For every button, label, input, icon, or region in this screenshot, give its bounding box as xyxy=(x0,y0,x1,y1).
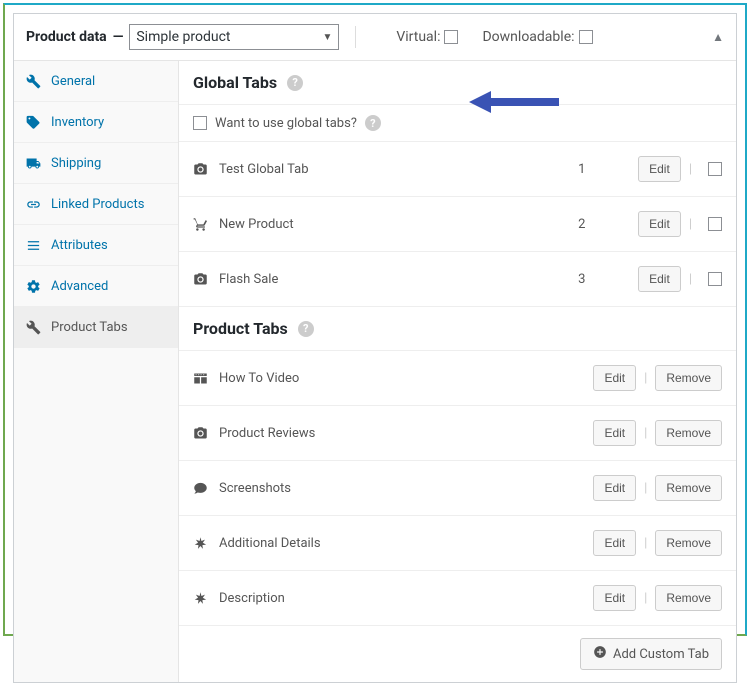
tab-label: How To Video xyxy=(219,371,593,386)
edit-button[interactable]: Edit xyxy=(593,365,636,391)
product-tab-row: Description Edit | Remove xyxy=(179,571,736,626)
tab-label: New Product xyxy=(219,217,578,232)
virtual-option: Virtual: xyxy=(396,29,458,45)
help-icon[interactable]: ? xyxy=(365,115,381,131)
product-tab-row: Additional Details Edit | Remove xyxy=(179,516,736,571)
sidebar-item-attributes[interactable]: Attributes xyxy=(14,225,178,266)
comment-icon xyxy=(193,481,209,496)
product-tab-row: How To Video Edit | Remove xyxy=(179,350,736,406)
sidebar-item-label: General xyxy=(51,74,95,89)
video-icon xyxy=(193,371,209,386)
sidebar: General Inventory Shipping Linked Produc… xyxy=(14,61,179,682)
edit-button[interactable]: Edit xyxy=(638,266,681,292)
virtual-checkbox[interactable] xyxy=(444,30,458,44)
edit-button[interactable]: Edit xyxy=(638,156,681,182)
camera-icon xyxy=(193,162,209,177)
sidebar-item-shipping[interactable]: Shipping xyxy=(14,143,178,184)
list-icon xyxy=(26,237,42,253)
tag-icon xyxy=(26,114,42,130)
tab-label: Description xyxy=(219,591,593,606)
downloadable-label: Downloadable: xyxy=(482,29,574,45)
asterisk-icon xyxy=(193,591,209,606)
downloadable-option: Downloadable: xyxy=(482,29,592,45)
help-icon[interactable]: ? xyxy=(287,75,303,91)
edit-button[interactable]: Edit xyxy=(593,530,636,556)
edit-button[interactable]: Edit xyxy=(593,475,636,501)
tab-label: Additional Details xyxy=(219,536,593,551)
tab-label: Flash Sale xyxy=(219,272,578,287)
tab-index: 2 xyxy=(578,217,638,232)
camera-icon xyxy=(193,272,209,287)
remove-button[interactable]: Remove xyxy=(655,585,722,611)
downloadable-checkbox[interactable] xyxy=(579,30,593,44)
help-icon[interactable]: ? xyxy=(298,321,314,337)
tab-index: 3 xyxy=(578,272,638,287)
global-tab-row: Test Global Tab 1 Edit | xyxy=(179,142,736,197)
product-tab-row: Product Reviews Edit | Remove xyxy=(179,406,736,461)
product-tabs-title: Product Tabs xyxy=(193,319,288,338)
sidebar-item-label: Product Tabs xyxy=(51,320,128,335)
truck-icon xyxy=(26,155,42,171)
add-custom-tab-label: Add Custom Tab xyxy=(613,647,709,662)
use-global-tabs-checkbox[interactable] xyxy=(193,116,207,130)
sidebar-item-product-tabs[interactable]: Product Tabs xyxy=(14,307,178,348)
separator: — xyxy=(113,29,124,45)
remove-button[interactable]: Remove xyxy=(655,530,722,556)
plus-circle-icon xyxy=(593,645,607,663)
sidebar-item-label: Attributes xyxy=(51,238,108,253)
panel-header: Product data — Simple product ▼ Virtual:… xyxy=(14,14,736,61)
sidebar-item-general[interactable]: General xyxy=(14,61,178,102)
remove-button[interactable]: Remove xyxy=(655,365,722,391)
use-global-tabs-label: Want to use global tabs? xyxy=(215,116,357,131)
sidebar-item-advanced[interactable]: Advanced xyxy=(14,266,178,307)
global-tabs-heading: Global Tabs ? xyxy=(179,61,736,104)
product-data-panel: Product data — Simple product ▼ Virtual:… xyxy=(13,13,737,683)
row-checkbox[interactable] xyxy=(708,217,722,231)
row-checkbox[interactable] xyxy=(708,272,722,286)
add-custom-tab-button[interactable]: Add Custom Tab xyxy=(580,638,722,670)
sidebar-item-label: Linked Products xyxy=(51,197,144,212)
sidebar-item-label: Inventory xyxy=(51,115,104,130)
virtual-label: Virtual: xyxy=(396,29,440,45)
product-tab-row: Screenshots Edit | Remove xyxy=(179,461,736,516)
edit-button[interactable]: Edit xyxy=(638,211,681,237)
wrench-icon xyxy=(26,319,42,335)
gear-icon xyxy=(26,278,42,294)
global-tabs-title: Global Tabs xyxy=(193,73,277,92)
global-tab-row: Flash Sale 3 Edit | xyxy=(179,252,736,307)
global-tabs-enable-row: Want to use global tabs? ? xyxy=(179,104,736,142)
sidebar-item-label: Shipping xyxy=(51,156,101,171)
chevron-down-icon: ▼ xyxy=(322,32,332,43)
sidebar-item-label: Advanced xyxy=(51,279,108,294)
sidebar-item-inventory[interactable]: Inventory xyxy=(14,102,178,143)
edit-button[interactable]: Edit xyxy=(593,420,636,446)
cart-icon xyxy=(193,217,209,232)
content-area: Global Tabs ? Want to use global tabs? ?… xyxy=(179,61,736,682)
wrench-icon xyxy=(26,73,42,89)
tab-index: 1 xyxy=(578,162,638,177)
link-icon xyxy=(26,196,42,212)
global-tab-row: New Product 2 Edit | xyxy=(179,197,736,252)
collapse-toggle-icon[interactable]: ▲ xyxy=(712,30,724,44)
tab-label: Product Reviews xyxy=(219,426,593,441)
camera-icon xyxy=(193,426,209,441)
product-type-value: Simple product xyxy=(136,29,230,45)
panel-title: Product data xyxy=(26,29,107,45)
edit-button[interactable]: Edit xyxy=(593,585,636,611)
product-type-select[interactable]: Simple product ▼ xyxy=(129,24,339,50)
add-row: Add Custom Tab xyxy=(179,626,736,682)
tab-label: Screenshots xyxy=(219,481,593,496)
divider xyxy=(355,26,356,48)
sidebar-item-linked-products[interactable]: Linked Products xyxy=(14,184,178,225)
row-checkbox[interactable] xyxy=(708,162,722,176)
product-tabs-heading: Product Tabs ? xyxy=(179,307,736,350)
remove-button[interactable]: Remove xyxy=(655,420,722,446)
tab-label: Test Global Tab xyxy=(219,162,578,177)
remove-button[interactable]: Remove xyxy=(655,475,722,501)
asterisk-icon xyxy=(193,536,209,551)
